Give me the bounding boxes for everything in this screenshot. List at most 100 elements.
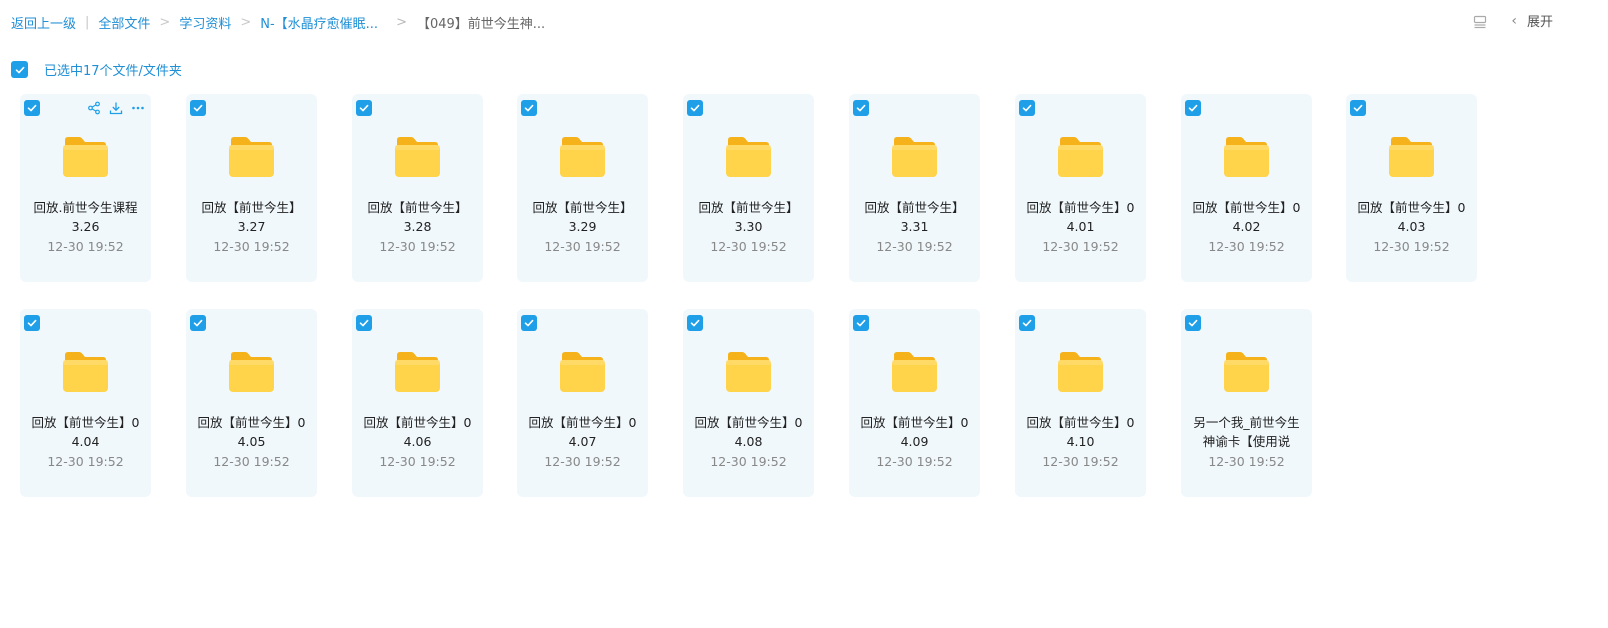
check-icon xyxy=(27,104,37,112)
more-icon[interactable] xyxy=(131,101,145,115)
folder-checkbox[interactable] xyxy=(24,100,40,116)
folder-checkbox[interactable] xyxy=(1185,315,1201,331)
folder-name-line2: 3.28 xyxy=(403,219,432,234)
folder-icon xyxy=(62,136,109,178)
folder-icon xyxy=(559,351,606,393)
folder-date: 12-30 19:52 xyxy=(876,239,953,254)
folder-card[interactable]: 回放【前世今生】0 4.06 12-30 19:52 xyxy=(352,309,483,497)
folder-icon xyxy=(62,351,109,393)
chevron-left-icon: ‹ xyxy=(1511,12,1517,29)
folder-date: 12-30 19:52 xyxy=(1208,239,1285,254)
folder-checkbox[interactable] xyxy=(356,100,372,116)
folder-checkbox[interactable] xyxy=(1350,100,1366,116)
folder-icon xyxy=(1057,136,1104,178)
folder-checkbox[interactable] xyxy=(1185,100,1201,116)
folder-date: 12-30 19:52 xyxy=(1042,239,1119,254)
folder-card[interactable]: 回放【前世今生】 3.27 12-30 19:52 xyxy=(186,94,317,282)
folder-card[interactable]: 回放【前世今生】 3.29 12-30 19:52 xyxy=(517,94,648,282)
breadcrumb: 返回上一级 | 全部文件 > 学习资料 > N-【水晶疗愈催眠... > 【04… xyxy=(11,13,545,32)
folder-name-line1: 回放【前世今生】 xyxy=(698,200,799,215)
folder-checkbox[interactable] xyxy=(24,315,40,331)
folder-name: 另一个我_前世今生 神谕卡【使用说 xyxy=(1181,413,1312,451)
folder-card[interactable]: 回放【前世今生】 3.31 12-30 19:52 xyxy=(849,94,980,282)
folder-date: 12-30 19:52 xyxy=(213,454,290,469)
folder-name-line1: 回放【前世今生】0 xyxy=(1192,200,1301,215)
folder-card[interactable]: 另一个我_前世今生 神谕卡【使用说 12-30 19:52 xyxy=(1181,309,1312,497)
folder-checkbox[interactable] xyxy=(356,315,372,331)
folder-date: 12-30 19:52 xyxy=(379,454,456,469)
folder-card[interactable]: 回放【前世今生】0 4.10 12-30 19:52 xyxy=(1015,309,1146,497)
breadcrumb-all-files[interactable]: 全部文件 xyxy=(98,13,150,32)
folder-name: 回放【前世今生】0 4.01 xyxy=(1015,198,1146,236)
folder-checkbox[interactable] xyxy=(1019,315,1035,331)
folder-name: 回放【前世今生】0 4.05 xyxy=(186,413,317,451)
folder-name: 回放【前世今生】 3.28 xyxy=(352,198,483,236)
folder-name: 回放【前世今生】 3.29 xyxy=(517,198,648,236)
folder-card[interactable]: 回放【前世今生】0 4.01 12-30 19:52 xyxy=(1015,94,1146,282)
folder-card[interactable]: 回放【前世今生】0 4.03 12-30 19:52 xyxy=(1346,94,1477,282)
folder-date: 12-30 19:52 xyxy=(213,239,290,254)
folder-date: 12-30 19:52 xyxy=(544,454,621,469)
folder-name-line2: 4.09 xyxy=(900,434,929,449)
folder-name: 回放【前世今生】 3.27 xyxy=(186,198,317,236)
folder-name: 回放.前世今生课程 3.26 xyxy=(20,198,151,236)
folder-name-line2: 4.04 xyxy=(71,434,100,449)
folder-name-line1: 回放【前世今生】0 xyxy=(363,415,472,430)
folder-card[interactable]: 回放【前世今生】 3.28 12-30 19:52 xyxy=(352,94,483,282)
check-icon xyxy=(524,104,534,112)
folder-checkbox[interactable] xyxy=(687,315,703,331)
breadcrumb-separator: > xyxy=(240,15,252,30)
folder-name-line1: 回放【前世今生】 xyxy=(201,200,302,215)
folder-date: 12-30 19:52 xyxy=(710,239,787,254)
folder-checkbox[interactable] xyxy=(190,100,206,116)
breadcrumb-crystal-folder[interactable]: N-【水晶疗愈催眠... xyxy=(260,13,378,32)
folder-name: 回放【前世今生】0 4.10 xyxy=(1015,413,1146,451)
folder-card[interactable]: 回放【前世今生】 3.30 12-30 19:52 xyxy=(683,94,814,282)
folder-checkbox[interactable] xyxy=(521,100,537,116)
folder-name: 回放【前世今生】0 4.04 xyxy=(20,413,151,451)
folder-card[interactable]: 回放【前世今生】0 4.04 12-30 19:52 xyxy=(20,309,151,497)
download-icon[interactable] xyxy=(109,101,123,115)
folder-name-line2: 4.10 xyxy=(1066,434,1095,449)
breadcrumb-separator: > xyxy=(396,15,407,30)
select-all-checkbox[interactable] xyxy=(11,61,28,78)
list-view-icon[interactable] xyxy=(1473,14,1487,28)
check-icon xyxy=(27,319,37,327)
folder-name-line2: 4.03 xyxy=(1397,219,1426,234)
folder-icon xyxy=(228,136,275,178)
folder-name-line2: 3.31 xyxy=(900,219,929,234)
folder-card[interactable]: 回放【前世今生】0 4.07 12-30 19:52 xyxy=(517,309,648,497)
folder-name: 回放【前世今生】 3.30 xyxy=(683,198,814,236)
folder-checkbox[interactable] xyxy=(853,315,869,331)
breadcrumb-study-materials[interactable]: 学习资料 xyxy=(179,13,231,32)
folder-name-line1: 回放【前世今生】0 xyxy=(694,415,803,430)
folder-card[interactable]: 回放.前世今生课程 3.26 12-30 19:52 xyxy=(20,94,151,282)
check-icon xyxy=(193,319,203,327)
folder-name-line1: 回放.前世今生课程 xyxy=(33,200,138,215)
top-bar: 返回上一级 | 全部文件 > 学习资料 > N-【水晶疗愈催眠... > 【04… xyxy=(0,0,1608,46)
check-icon xyxy=(1188,319,1198,327)
folder-date: 12-30 19:52 xyxy=(47,239,124,254)
folder-name-line1: 回放【前世今生】0 xyxy=(1026,200,1135,215)
folder-name-line2: 4.02 xyxy=(1232,219,1261,234)
folder-card[interactable]: 回放【前世今生】0 4.05 12-30 19:52 xyxy=(186,309,317,497)
share-icon[interactable] xyxy=(87,101,101,115)
folder-name-line1: 回放【前世今生】 xyxy=(532,200,633,215)
folder-checkbox[interactable] xyxy=(521,315,537,331)
folder-checkbox[interactable] xyxy=(853,100,869,116)
folder-name-line1: 回放【前世今生】 xyxy=(864,200,965,215)
folder-date: 12-30 19:52 xyxy=(710,454,787,469)
folder-name: 回放【前世今生】0 4.09 xyxy=(849,413,980,451)
folder-card[interactable]: 回放【前世今生】0 4.02 12-30 19:52 xyxy=(1181,94,1312,282)
folder-name-line2: 3.30 xyxy=(734,219,763,234)
back-link[interactable]: 返回上一级 xyxy=(11,13,76,32)
folder-name: 回放【前世今生】0 4.07 xyxy=(517,413,648,451)
folder-checkbox[interactable] xyxy=(687,100,703,116)
folder-checkbox[interactable] xyxy=(1019,100,1035,116)
folder-checkbox[interactable] xyxy=(190,315,206,331)
folder-card[interactable]: 回放【前世今生】0 4.09 12-30 19:52 xyxy=(849,309,980,497)
expand-button[interactable]: ‹ 展开 xyxy=(1511,11,1553,31)
folder-card[interactable]: 回放【前世今生】0 4.08 12-30 19:52 xyxy=(683,309,814,497)
folder-date: 12-30 19:52 xyxy=(47,454,124,469)
check-icon xyxy=(856,319,866,327)
